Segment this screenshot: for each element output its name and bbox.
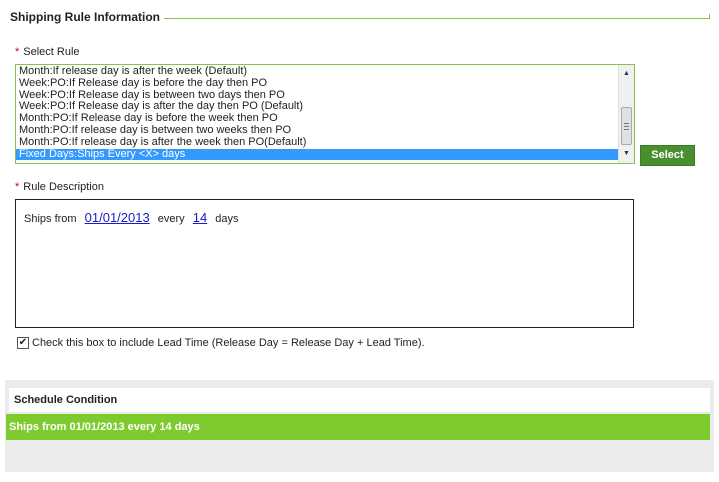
rule-listbox[interactable]: Month:If release day is after the week (… (15, 64, 635, 164)
rule-option[interactable]: Fixed Days:Ships Every <X> days (16, 148, 618, 161)
date-link[interactable]: 01/01/2013 (85, 210, 150, 225)
required-marker: * (15, 181, 20, 193)
section-title: Shipping Rule Information (10, 10, 164, 24)
desc-every: every (157, 213, 185, 225)
schedule-condition-title: Schedule Condition (14, 394, 118, 406)
thumb-grip-icon (624, 126, 629, 127)
rule-description-label-text: Rule Description (23, 181, 104, 193)
thumb-grip-icon (624, 129, 629, 130)
thumb-grip-icon (624, 123, 629, 124)
rule-list-rows: Month:If release day is after the week (… (16, 65, 618, 161)
lead-time-checkbox[interactable]: ✔ (17, 337, 29, 349)
scroll-up-arrow-icon[interactable]: ▲ (619, 67, 634, 81)
schedule-condition-summary-bar: Ships from 01/01/2013 every 14 days (6, 414, 710, 440)
rule-option[interactable]: Week:PO:If Release day is before the day… (16, 77, 618, 90)
select-rule-label: * Select Rule (15, 46, 80, 58)
select-rule-label-text: Select Rule (23, 46, 80, 58)
schedule-condition-summary: Ships from 01/01/2013 every 14 days (9, 421, 200, 433)
section-divider-end (709, 14, 710, 19)
rule-description-box: Ships from 01/01/2013 every 14 days (15, 199, 634, 328)
schedule-condition-header: Schedule Condition (9, 388, 710, 412)
rule-option[interactable]: Month:PO:If release day is after the wee… (16, 136, 618, 149)
select-button[interactable]: Select (640, 145, 695, 166)
section-header: Shipping Rule Information (10, 10, 710, 26)
listbox-scrollbar[interactable]: ▲ ▼ (618, 65, 634, 163)
required-marker: * (15, 46, 20, 58)
scroll-thumb[interactable] (621, 107, 632, 145)
schedule-condition-panel: Schedule Condition Ships from 01/01/2013… (5, 380, 714, 472)
desc-prefix: Ships from (24, 213, 77, 225)
rule-option[interactable]: Month:PO:If release day is between two w… (16, 124, 618, 137)
scroll-down-arrow-icon[interactable]: ▼ (619, 147, 634, 161)
rule-description-label: * Rule Description (15, 181, 104, 193)
lead-time-label: Check this box to include Lead Time (Rel… (32, 337, 425, 349)
desc-unit: days (215, 213, 239, 225)
rule-description-text: Ships from 01/01/2013 every 14 days (24, 210, 239, 225)
interval-link[interactable]: 14 (193, 210, 207, 225)
